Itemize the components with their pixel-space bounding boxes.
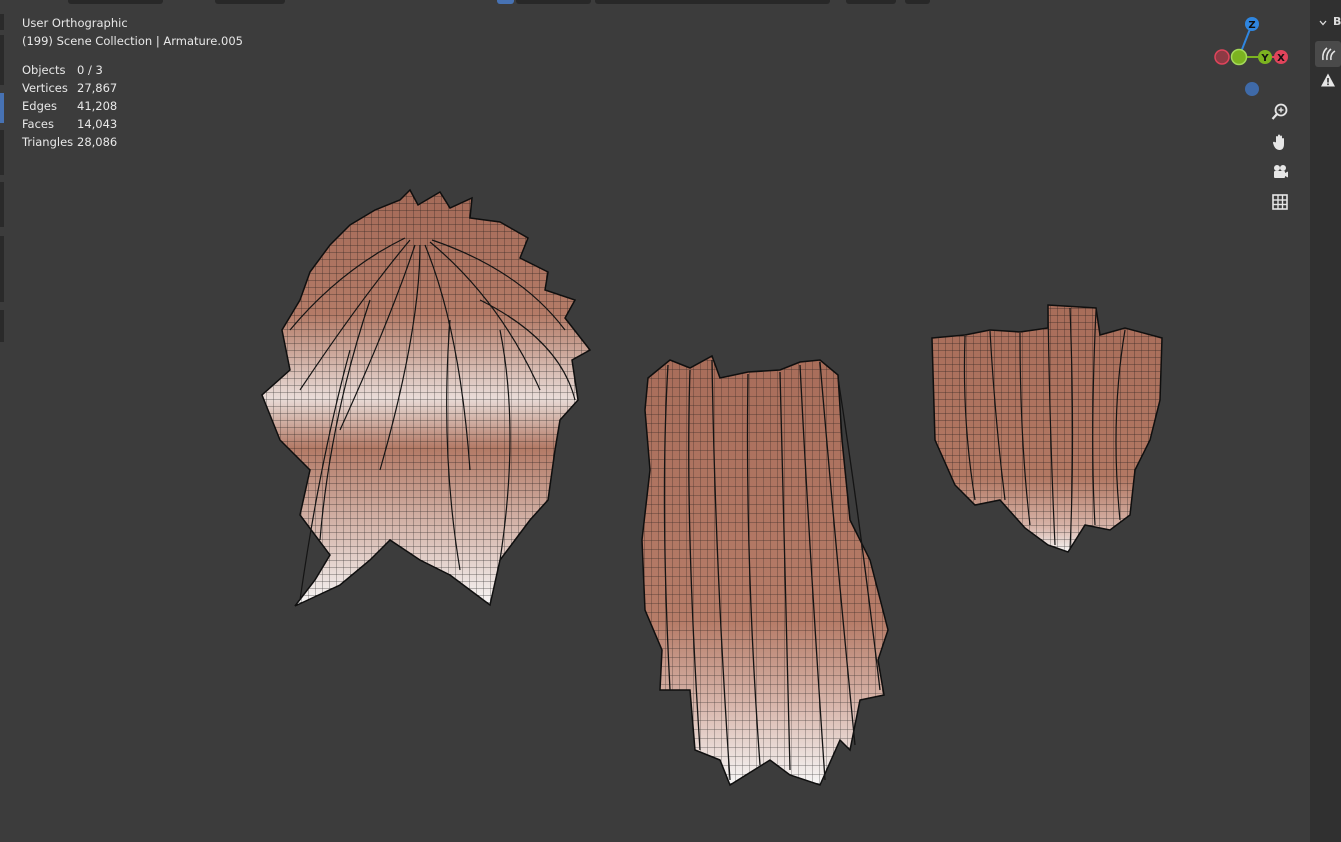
right-sidebar: B [1310, 0, 1341, 842]
chevron-down-icon [1319, 17, 1327, 26]
warning-icon [1321, 73, 1335, 87]
hair-meshes [261, 188, 1163, 787]
stat-row: Faces 14,043 [22, 115, 117, 133]
short-hair-mesh [931, 304, 1163, 553]
stat-label: Edges [22, 99, 57, 113]
stat-value: 27,867 [77, 81, 118, 95]
stat-value: 14,043 [77, 117, 118, 131]
scene-statistics: Objects 0 / 3 Vertices 27,867 Edges 41,2… [22, 61, 117, 151]
stat-value: 28,086 [77, 135, 118, 149]
stat-value: 0 / 3 [77, 63, 103, 77]
gizmo-neg-z-handle[interactable] [1245, 82, 1259, 96]
3d-viewport[interactable]: User Orthographic (199) Scene Collection… [0, 0, 1341, 842]
stat-row: Triangles 28,086 [22, 133, 117, 151]
zoom-button[interactable] [1266, 98, 1293, 125]
gizmo-neg-x-handle[interactable] [1214, 49, 1230, 65]
ortho-toggle-button[interactable] [1266, 188, 1293, 215]
hair-curves-icon [1322, 47, 1336, 61]
gizmo-neg-y-handle[interactable] [1230, 48, 1248, 66]
camera-view-button[interactable] [1266, 158, 1293, 185]
zoom-icon [1271, 103, 1287, 120]
stat-row: Edges 41,208 [22, 97, 117, 115]
sidebar-tab-hair[interactable] [1315, 41, 1341, 67]
stat-row: Objects 0 / 3 [22, 61, 117, 79]
collection-line: (199) Scene Collection | Armature.005 [22, 34, 243, 48]
navigation-gizmo[interactable]: Y Z X [1205, 12, 1300, 107]
stat-label: Triangles [22, 135, 74, 149]
camera-icon [1273, 164, 1288, 178]
view-name: User Orthographic [22, 16, 128, 30]
stat-label: Vertices [22, 81, 68, 95]
pan-button[interactable] [1266, 128, 1293, 155]
sidebar-header-label: B [1333, 14, 1341, 28]
sidebar-header[interactable]: B [1310, 10, 1341, 32]
gizmo-x-label: X [1277, 53, 1285, 64]
stat-row: Vertices 27,867 [22, 79, 117, 97]
gizmo-y-label: Y [1260, 53, 1269, 64]
viewport-info: User Orthographic (199) Scene Collection… [22, 14, 243, 50]
gizmo-z-label: Z [1248, 20, 1255, 31]
long-hair-mesh [641, 354, 889, 787]
sidebar-tab-warning[interactable] [1315, 67, 1341, 93]
hand-pan-icon [1272, 134, 1284, 150]
stat-value: 41,208 [77, 99, 118, 113]
messy-hair-mesh [261, 188, 592, 607]
stat-label: Objects [22, 63, 66, 77]
grid-icon [1271, 193, 1288, 210]
stat-label: Faces [22, 117, 54, 131]
